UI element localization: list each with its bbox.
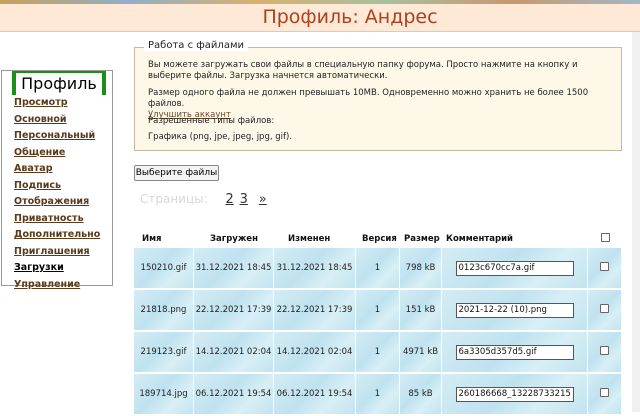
page-title: Профиль: Андрес [262, 6, 438, 28]
file-version: 1 [356, 374, 400, 416]
file-comment-input[interactable] [455, 260, 574, 276]
sidebar-menu: Просмотр Основной Персональный Общение А… [14, 97, 100, 295]
allowed-types-list: Графика (png, jpe, jpeg, jpg, gif). [148, 132, 293, 142]
file-comment-cell [442, 290, 588, 332]
file-size: 798 kB [400, 248, 442, 290]
file-modified: 06.12.2021 19:54 [274, 374, 356, 416]
file-size: 151 kB [400, 290, 442, 332]
page-3-link[interactable]: 3 [240, 192, 248, 207]
file-modified: 22.12.2021 17:39 [274, 290, 356, 332]
profile-sidebar: Профиль Просмотр Основной Персональный О… [1, 70, 113, 290]
sidebar-link-personal[interactable]: Персональный [14, 130, 95, 141]
col-header-comment[interactable]: Комментарий [442, 229, 588, 248]
sidebar-item-view: Просмотр [14, 97, 100, 114]
sidebar-link-signature[interactable]: Подпись [14, 180, 61, 191]
sidebar-item-avatar: Аватар [14, 163, 100, 180]
col-header-uploaded[interactable]: Загружен [194, 229, 274, 248]
file-modified: 31.12.2021 18:45 [274, 248, 356, 290]
file-uploaded: 22.12.2021 17:39 [194, 290, 274, 332]
sidebar-item-messaging: Общение [14, 147, 100, 164]
sidebar-link-uploads[interactable]: Загрузки [14, 262, 64, 273]
page-2-link[interactable]: 2 [226, 192, 234, 207]
file-select-cell [588, 374, 622, 416]
file-comment-input[interactable] [455, 302, 574, 318]
table-row: 219123.gif 14.12.2021 02:04 14.12.2021 0… [134, 332, 622, 374]
file-name[interactable]: 150210.gif [134, 248, 194, 290]
sidebar-link-additional[interactable]: Дополнительно [14, 229, 100, 240]
file-comment-cell [442, 374, 588, 416]
sidebar-item-personal: Персональный [14, 130, 100, 147]
file-select-checkbox[interactable] [600, 388, 609, 397]
file-uploaded: 06.12.2021 19:54 [194, 374, 274, 416]
table-row: 189714.jpg 06.12.2021 19:54 06.12.2021 1… [134, 374, 622, 416]
file-size: 4971 kB [400, 332, 442, 374]
file-comment-cell [442, 332, 588, 374]
allowed-types-label: Разрешенные типы файлов: [148, 116, 275, 126]
file-name[interactable]: 21818.png [134, 290, 194, 332]
sidebar-item-main: Основной [14, 114, 100, 131]
file-name[interactable]: 219123.gif [134, 332, 194, 374]
table-row: 150210.gif 31.12.2021 18:45 31.12.2021 1… [134, 248, 622, 290]
title-bar: Профиль: Андрес [0, 4, 640, 32]
col-header-select [588, 229, 622, 248]
sidebar-link-avatar[interactable]: Аватар [14, 163, 53, 174]
next-page-link[interactable]: » [259, 192, 267, 207]
sidebar-link-invitations[interactable]: Приглашения [14, 246, 90, 257]
file-select-cell [588, 332, 622, 374]
sidebar-item-privacy: Приватность [14, 213, 100, 230]
file-select-cell [588, 248, 622, 290]
sidebar-link-messaging[interactable]: Общение [14, 147, 65, 158]
file-uploaded: 31.12.2021 18:45 [194, 248, 274, 290]
files-table: Имя Загружен Изменен Версия Размер Комме… [134, 229, 622, 416]
sidebar-link-view[interactable]: Просмотр [14, 97, 68, 108]
col-header-size[interactable]: Размер [400, 229, 442, 248]
file-version: 1 [356, 332, 400, 374]
sidebar-title: Профиль [12, 73, 106, 95]
pagination-label: Страницы: [140, 192, 208, 206]
sidebar-link-privacy[interactable]: Приватность [14, 213, 84, 224]
file-comment-cell [442, 248, 588, 290]
page-scrollbar[interactable] [632, 32, 640, 412]
sidebar-item-management: Управление [14, 279, 100, 296]
select-all-checkbox[interactable] [600, 232, 610, 242]
table-row: 21818.png 22.12.2021 17:39 22.12.2021 17… [134, 290, 622, 332]
files-limits-label: Размер одного файла не должен превышать … [148, 88, 589, 109]
sidebar-link-display[interactable]: Отображения [14, 196, 89, 207]
file-select-checkbox[interactable] [600, 262, 609, 271]
file-size: 85 kB [400, 374, 442, 416]
sidebar-item-invitations: Приглашения [14, 246, 100, 263]
sidebar-link-management[interactable]: Управление [14, 279, 80, 290]
file-version: 1 [356, 248, 400, 290]
file-select-cell [588, 290, 622, 332]
file-version: 1 [356, 290, 400, 332]
file-name[interactable]: 189714.jpg [134, 374, 194, 416]
file-modified: 14.12.2021 02:04 [274, 332, 356, 374]
sidebar-item-display: Отображения [14, 196, 100, 213]
sidebar-item-additional: Дополнительно [14, 229, 100, 246]
sidebar-item-uploads: Загрузки [14, 262, 100, 279]
files-panel-legend: Работа с файлами [144, 40, 248, 51]
pagination: Страницы: 2 3 » [140, 192, 267, 208]
file-select-checkbox[interactable] [600, 304, 609, 313]
file-uploaded: 14.12.2021 02:04 [194, 332, 274, 374]
files-intro-text: Вы можете загружать свои файлы в специал… [148, 60, 578, 81]
sidebar-link-main[interactable]: Основной [14, 114, 67, 125]
col-header-version[interactable]: Версия [356, 229, 400, 248]
col-header-modified[interactable]: Изменен [274, 229, 356, 248]
file-comment-input[interactable] [455, 344, 574, 360]
choose-files-button[interactable]: Выберите файлы [134, 165, 219, 181]
sidebar-item-signature: Подпись [14, 180, 100, 197]
file-comment-input[interactable] [455, 386, 574, 402]
file-select-checkbox[interactable] [600, 346, 609, 355]
col-header-name[interactable]: Имя [134, 229, 194, 248]
